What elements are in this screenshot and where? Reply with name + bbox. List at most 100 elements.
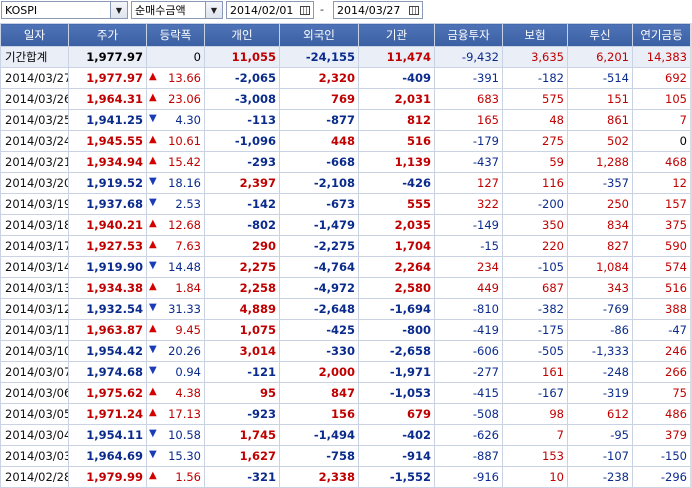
change-value: 31.33 xyxy=(168,302,201,316)
trust-cell: 827 xyxy=(567,235,633,257)
table-row[interactable]: 2014/03/04 1,954.11 ▼ 10.58 1,745 -1,494 -402-… xyxy=(0,424,691,446)
table-row[interactable]: 2014/03/10 1,954.42 ▼ 20.26 3,014 -330 -2,658-… xyxy=(0,340,691,362)
table-row[interactable]: 2014/03/27 1,977.97 ▲ 13.66 -2,065 2,320 -409-… xyxy=(0,67,691,89)
change-cell: ▲ 1.56 xyxy=(146,466,205,488)
insurance-cell: -382 xyxy=(502,298,568,320)
table-row[interactable]: 2014/03/21 1,934.94 ▲ 15.42 -293 -668 1,139 -43… xyxy=(0,151,691,173)
table-row[interactable]: 2014/03/20 1,919.52 ▼ 18.16 2,397 -2,108 -426 1… xyxy=(0,172,691,194)
foreign-cell: 847 xyxy=(279,382,359,404)
individual-cell: 3,014 xyxy=(204,340,280,362)
pension-cell: 12 xyxy=(632,172,691,194)
table-row[interactable]: 2014/03/14 1,919.90 ▼ 14.48 2,275 -4,764 2,264… xyxy=(0,256,691,278)
price-cell: 1,937.68 xyxy=(68,193,147,215)
price-cell: 1,975.62 xyxy=(68,382,147,404)
calendar-icon[interactable] xyxy=(406,2,422,18)
institution-cell: 516 xyxy=(358,130,435,152)
column-header[interactable]: 기관 xyxy=(358,23,435,47)
table-row[interactable]: 2014/03/06 1,975.62 ▲ 4.38 95 847 -1,053 -415 -1… xyxy=(0,382,691,404)
price-cell: 1,932.54 xyxy=(68,298,147,320)
column-header[interactable]: 주가 xyxy=(68,23,147,47)
mode-select[interactable]: 순매수금액 ▼ xyxy=(131,1,223,19)
fin-invest-cell: 683 xyxy=(434,88,503,110)
pension-cell: 379 xyxy=(632,424,691,446)
change-value: 7.63 xyxy=(175,239,201,253)
pension-cell: 375 xyxy=(632,214,691,236)
trust-cell: -1,333 xyxy=(567,340,633,362)
triangle-down-icon: ▼ xyxy=(149,176,157,187)
fin-invest-cell: -508 xyxy=(434,403,503,425)
table-row[interactable]: 2014/02/28 1,979.99 ▲ 1.56 -321 2,338 -1,552 -9… xyxy=(0,466,691,488)
individual-cell: 95 xyxy=(204,382,280,404)
pension-cell: 0 xyxy=(632,130,691,152)
chevron-down-icon[interactable]: ▼ xyxy=(205,2,222,18)
foreign-cell: -2,648 xyxy=(279,298,359,320)
date-to-field[interactable]: 2014/03/27 xyxy=(333,1,423,19)
change-cell: ▲ 4.38 xyxy=(146,382,205,404)
calendar-icon[interactable] xyxy=(297,2,313,18)
column-header[interactable]: 등락폭 xyxy=(146,23,205,47)
insurance-cell: 10 xyxy=(502,466,568,488)
date-cell: 2014/03/13 xyxy=(0,277,69,299)
summary-row[interactable]: 기간합계 1,977.97 0 11,055 -24,155 11,474 -9,432 3,… xyxy=(0,46,691,68)
foreign-cell: -877 xyxy=(279,109,359,131)
table-row[interactable]: 2014/03/26 1,964.31 ▲ 23.06 -3,008 769 2,031 68… xyxy=(0,88,691,110)
table-row[interactable]: 2014/03/13 1,934.38 ▲ 1.84 2,258 -4,972 2,580 4… xyxy=(0,277,691,299)
pension-cell: -47 xyxy=(632,319,691,341)
table-row[interactable]: 2014/03/25 1,941.25 ▼ 4.30 -113 -877 812 165 48 8… xyxy=(0,109,691,131)
date-from-field[interactable]: 2014/02/01 xyxy=(226,1,314,19)
table-row[interactable]: 2014/03/03 1,964.69 ▼ 15.30 1,627 -758 -914 -88… xyxy=(0,445,691,467)
pension-cell: 75 xyxy=(632,382,691,404)
change-cell: ▲ 1.84 xyxy=(146,277,205,299)
date-cell: 2014/03/12 xyxy=(0,298,69,320)
change-value: 2.53 xyxy=(175,197,201,211)
summary-individual: 11,055 xyxy=(204,46,280,68)
column-header[interactable]: 투신 xyxy=(567,23,633,47)
fin-invest-cell: 165 xyxy=(434,109,503,131)
change-cell: ▼ 10.58 xyxy=(146,424,205,446)
change-value: 18.16 xyxy=(168,176,201,190)
column-header[interactable]: 금융투자 xyxy=(434,23,503,47)
foreign-cell: -4,764 xyxy=(279,256,359,278)
foreign-cell: -1,479 xyxy=(279,214,359,236)
insurance-cell: 575 xyxy=(502,88,568,110)
column-header[interactable]: 일자 xyxy=(0,23,69,47)
insurance-cell: 153 xyxy=(502,445,568,467)
pension-cell: 692 xyxy=(632,67,691,89)
column-header[interactable]: 개인 xyxy=(204,23,280,47)
market-select[interactable]: KOSPI ▼ xyxy=(1,1,128,19)
price-cell: 1,941.25 xyxy=(68,109,147,131)
institution-cell: 812 xyxy=(358,109,435,131)
price-cell: 1,919.52 xyxy=(68,172,147,194)
date-cell: 2014/03/10 xyxy=(0,340,69,362)
triangle-down-icon: ▼ xyxy=(149,197,157,208)
individual-cell: -923 xyxy=(204,403,280,425)
summary-insurance: 3,635 xyxy=(502,46,568,68)
chevron-down-icon[interactable]: ▼ xyxy=(110,2,127,18)
triangle-down-icon: ▼ xyxy=(149,428,157,439)
triangle-up-icon: ▲ xyxy=(149,407,157,418)
table-row[interactable]: 2014/03/24 1,945.55 ▲ 10.61 -1,096 448 516 -179… xyxy=(0,130,691,152)
price-cell: 1,954.11 xyxy=(68,424,147,446)
change-value: 4.38 xyxy=(175,386,201,400)
price-cell: 1,963.87 xyxy=(68,319,147,341)
pension-cell: 486 xyxy=(632,403,691,425)
institution-cell: -914 xyxy=(358,445,435,467)
column-header[interactable]: 연기금등 xyxy=(632,23,691,47)
table-row[interactable]: 2014/03/11 1,963.87 ▲ 9.45 1,075 -425 -800 -419… xyxy=(0,319,691,341)
foreign-cell: 2,338 xyxy=(279,466,359,488)
price-cell: 1,919.90 xyxy=(68,256,147,278)
date-separator: - xyxy=(320,3,324,16)
column-header[interactable]: 외국인 xyxy=(279,23,359,47)
table-row[interactable]: 2014/03/17 1,927.53 ▲ 7.63 290 -2,275 1,704 -15… xyxy=(0,235,691,257)
table-row[interactable]: 2014/03/12 1,932.54 ▼ 31.33 4,889 -2,648 -1,69… xyxy=(0,298,691,320)
price-cell: 1,971.24 xyxy=(68,403,147,425)
column-header[interactable]: 보험 xyxy=(502,23,568,47)
table-row[interactable]: 2014/03/07 1,974.68 ▼ 0.94 -121 2,000 -1,971 -2… xyxy=(0,361,691,383)
fin-invest-cell: -419 xyxy=(434,319,503,341)
individual-cell: 2,258 xyxy=(204,277,280,299)
pension-cell: 157 xyxy=(632,193,691,215)
table-row[interactable]: 2014/03/19 1,937.68 ▼ 2.53 -142 -673 555 322 -20… xyxy=(0,193,691,215)
date-from-value: 2014/02/01 xyxy=(230,3,294,17)
table-row[interactable]: 2014/03/05 1,971.24 ▲ 17.13 -923 156 679 -508 98… xyxy=(0,403,691,425)
table-row[interactable]: 2014/03/18 1,940.21 ▲ 12.68 -802 -1,479 2,035-… xyxy=(0,214,691,236)
